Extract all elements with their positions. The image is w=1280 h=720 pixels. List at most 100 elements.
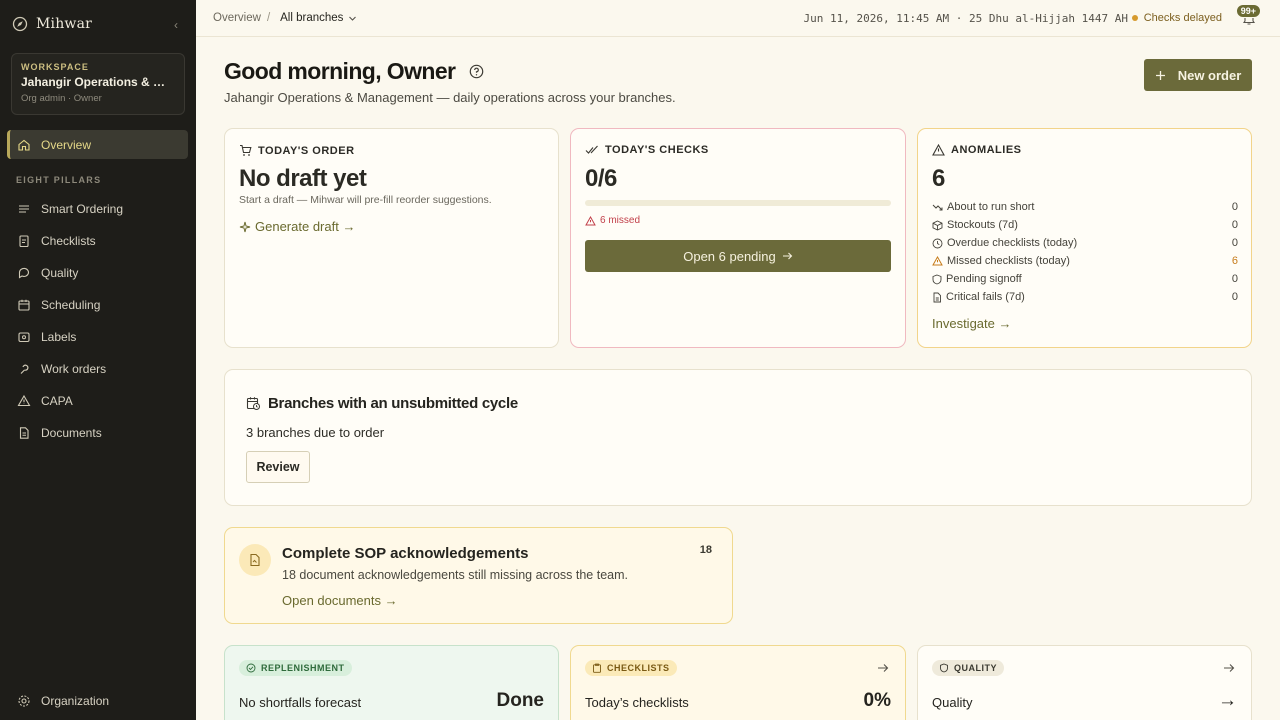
workspace-switcher[interactable]: WORKSPACE Jahangir Operations & Manageme… <box>11 53 185 115</box>
sidebar-item-label: Scheduling <box>41 297 101 312</box>
topbar: Overview / All branches Jun 11, 2026, 11… <box>196 0 1280 37</box>
page-title: Good morning, Owner <box>224 58 456 84</box>
sop-icon-circle <box>239 544 271 576</box>
sparkle-icon <box>239 221 251 232</box>
new-order-button[interactable]: New order <box>1144 59 1252 91</box>
arrow-right-icon[interactable] <box>877 663 889 673</box>
anomalies-value: 6 <box>932 165 945 192</box>
warning-icon <box>932 256 943 266</box>
sop-count-badge: 18 <box>699 544 712 556</box>
open-pending-label: Open 6 pending <box>683 248 776 264</box>
open-documents-link[interactable]: Open documents → <box>282 593 398 608</box>
checklists-pill: CHECKLISTS <box>585 660 677 676</box>
checklists-title: Today’s checklists <box>585 695 689 710</box>
branches-header: Branches with an unsubmitted cycle <box>246 395 518 412</box>
warning-icon <box>585 215 596 225</box>
investigate-link[interactable]: Investigate → <box>932 316 1012 331</box>
todays-checks-card: TODAY'S CHECKS 0/6 6 missed Open 6 pendi… <box>570 128 906 348</box>
arrow-right-icon[interactable] <box>1223 663 1235 673</box>
anomaly-value: 0 <box>1231 273 1238 285</box>
calendar-clock-icon <box>246 397 260 410</box>
checklists-value: 0% <box>863 690 891 711</box>
quality-card[interactable]: QUALITY Quality → <box>917 645 1252 720</box>
sidebar-item-quality[interactable]: Quality <box>7 258 188 287</box>
replenishment-card[interactable]: REPLENISHMENT No shortfalls forecast Don… <box>224 645 559 720</box>
clock-icon <box>932 238 943 248</box>
todays-checks-header: TODAY'S CHECKS <box>585 144 709 156</box>
sidebar-item-label: Documents <box>41 425 102 440</box>
anomaly-value: 0 <box>1231 237 1238 249</box>
breadcrumb-overview[interactable]: Overview <box>213 12 261 24</box>
checklists-card[interactable]: CHECKLISTS Today’s checklists 0% <box>570 645 906 720</box>
package-icon <box>932 219 943 231</box>
sidebar-item-label: Smart Ordering <box>41 201 124 216</box>
anomaly-label: Missed checklists (today) <box>947 255 1070 267</box>
new-order-label: New order <box>1177 67 1242 83</box>
notification-count-badge: 99+ <box>1235 4 1261 18</box>
anomaly-row[interactable]: Missed checklists (today) 6 <box>932 253 1238 269</box>
checklists-pill-label: CHECKLISTS <box>607 663 670 673</box>
anomaly-label: Pending signoff <box>946 273 1022 285</box>
anomalies-title: ANOMALIES <box>951 144 1022 156</box>
anomaly-label: Critical fails (7d) <box>946 291 1025 303</box>
open-pending-button[interactable]: Open 6 pending <box>585 240 891 272</box>
sidebar-item-scheduling[interactable]: Scheduling <box>7 290 188 319</box>
warning-icon <box>17 394 31 406</box>
sidebar-item-capa[interactable]: CAPA <box>7 386 188 415</box>
missed-indicator: 6 missed <box>585 215 640 226</box>
anomaly-value: 6 <box>1231 255 1238 267</box>
section-label: EIGHT PILLARS <box>16 175 102 185</box>
branches-description: 3 branches due to order <box>246 425 385 440</box>
double-check-icon <box>585 145 598 154</box>
sidebar-item-label: Quality <box>41 265 79 280</box>
sidebar-item-organization[interactable]: Organization <box>7 686 188 715</box>
replenishment-title: No shortfalls forecast <box>239 695 362 710</box>
branch-selector[interactable]: All branches <box>280 12 357 24</box>
replenishment-pill: REPLENISHMENT <box>239 660 352 676</box>
anomaly-row[interactable]: Stockouts (7d) 0 <box>932 217 1238 233</box>
review-button[interactable]: Review <box>246 451 310 483</box>
compass-logo-icon <box>12 16 28 32</box>
generate-draft-link[interactable]: Generate draft → <box>239 219 355 234</box>
quality-pill: QUALITY <box>932 660 1004 676</box>
sidebar-item-overview[interactable]: Overview <box>7 130 188 159</box>
chat-icon <box>18 267 29 278</box>
branch-selector-label: All branches <box>280 12 344 24</box>
anomalies-card: ANOMALIES 6 About to run short 0 Stockou… <box>917 128 1252 348</box>
brand[interactable]: Mihwar <box>12 16 92 32</box>
status-indicator[interactable]: Checks delayed <box>1131 12 1222 24</box>
quality-value: → <box>1218 690 1237 711</box>
sop-title: Complete SOP acknowledgements <box>282 545 529 562</box>
anomaly-row[interactable]: Pending signoff 0 <box>932 271 1238 287</box>
todays-checks-title: TODAY'S CHECKS <box>605 144 709 156</box>
anomaly-label-group: Critical fails (7d) <box>932 291 1025 303</box>
anomaly-label-group: Overdue checklists (today) <box>932 237 1077 249</box>
label-icon <box>18 331 30 342</box>
branches-title: Branches with an unsubmitted cycle <box>268 395 518 412</box>
sidebar-item-work-orders[interactable]: Work orders <box>7 354 188 383</box>
anomaly-label-group: About to run short <box>932 201 1034 213</box>
wrench-icon <box>20 364 29 374</box>
brand-name: Mihwar <box>36 16 93 32</box>
anomaly-label-group: Missed checklists (today) <box>932 255 1070 267</box>
sidebar-item-labels[interactable]: Labels <box>7 322 188 351</box>
anomaly-value: 0 <box>1231 201 1238 213</box>
list-icon <box>19 204 29 213</box>
help-icon[interactable] <box>469 64 484 79</box>
sidebar-item-label: Checklists <box>41 233 96 248</box>
anomaly-row[interactable]: Overdue checklists (today) 0 <box>932 235 1238 251</box>
anomaly-row[interactable]: Critical fails (7d) 0 <box>932 289 1238 305</box>
sop-description: 18 document acknowledgements still missi… <box>282 568 628 582</box>
sidebar-item-smart-ordering[interactable]: Smart Ordering <box>7 194 188 223</box>
sop-card: Complete SOP acknowledgements 18 documen… <box>224 527 733 624</box>
gear-icon <box>18 694 30 707</box>
sidebar-item-label: Organization <box>41 693 110 708</box>
sidebar-item-documents[interactable]: Documents <box>7 418 188 447</box>
trend-down-icon <box>932 204 943 211</box>
collapse-sidebar-icon[interactable]: ‹ <box>174 18 178 32</box>
anomaly-label-group: Stockouts (7d) <box>932 219 1018 231</box>
anomaly-row[interactable]: About to run short 0 <box>932 199 1238 215</box>
sidebar-item-checklists[interactable]: Checklists <box>7 226 188 255</box>
document-icon <box>19 426 29 439</box>
page-title-row: Good morning, Owner <box>224 58 484 85</box>
